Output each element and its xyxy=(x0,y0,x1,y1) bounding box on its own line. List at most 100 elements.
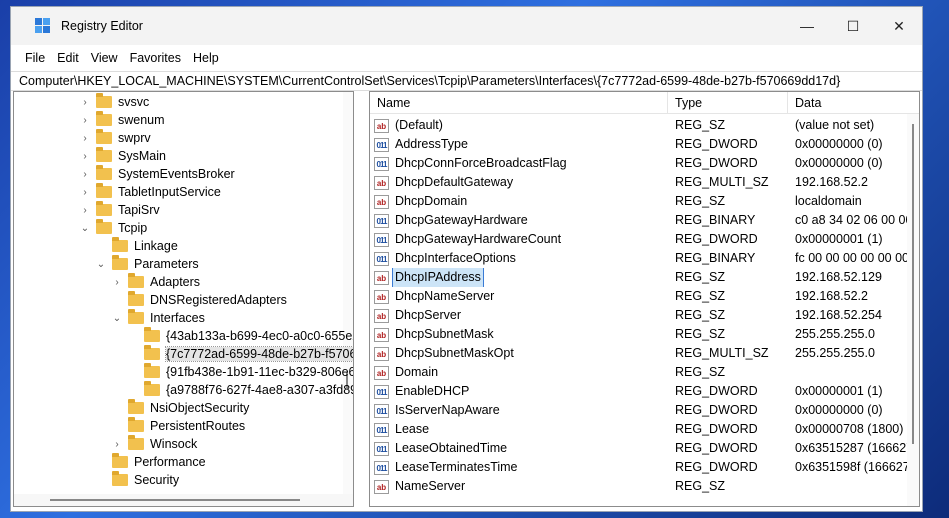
string-value-icon: ab xyxy=(374,175,389,190)
value-name: DhcpDomain xyxy=(395,194,468,208)
value-data: 192.168.52.254 xyxy=(795,308,882,322)
value-row[interactable]: ab DhcpNameServer REG_SZ 192.168.52.2 xyxy=(370,287,907,306)
value-row[interactable]: 011 IsServerNapAware REG_DWORD 0x00000000 (… xyxy=(370,401,907,420)
tree-item-label: TapiSrv xyxy=(118,203,160,217)
value-row[interactable]: 011 DhcpInterfaceOptions REG_BINARY fc 00 0… xyxy=(370,249,907,268)
value-row[interactable]: 011 EnableDHCP REG_DWORD 0x00000001 (1) xyxy=(370,382,907,401)
value-row[interactable]: ab (Default) REG_SZ (value not set) xyxy=(370,116,907,135)
tree-item[interactable]: ⌄ Parameters xyxy=(94,255,199,273)
tree-item[interactable]: {7c7772ad-6599-48de-b27b-f57066 xyxy=(126,345,353,363)
value-row[interactable]: 011 Lease REG_DWORD 0x00000708 (1800) xyxy=(370,420,907,439)
chevron-down-icon[interactable]: ⌄ xyxy=(78,223,92,234)
menu-favorites[interactable]: Favorites xyxy=(124,51,187,65)
value-data: 0x00000000 (0) xyxy=(795,137,883,151)
value-name: DhcpGatewayHardware xyxy=(395,213,528,227)
list-vertical-scrollbar[interactable] xyxy=(907,114,919,506)
binary-value-icon: 011 xyxy=(374,403,389,418)
menu-edit[interactable]: Edit xyxy=(51,51,85,65)
chevron-right-icon[interactable]: › xyxy=(78,187,92,198)
chevron-down-icon[interactable]: ⌄ xyxy=(94,259,108,270)
value-name: (Default) xyxy=(395,118,443,132)
tree-item[interactable]: {a9788f76-627f-4ae8-a307-a3fd895 xyxy=(126,381,354,399)
value-data: 0x00000000 (0) xyxy=(795,156,883,170)
tree-item-label: {a9788f76-627f-4ae8-a307-a3fd895 xyxy=(166,383,354,397)
tree-item[interactable]: › swprv xyxy=(78,129,151,147)
chevron-right-icon[interactable]: › xyxy=(110,439,124,450)
tree-item[interactable]: {43ab133a-b699-4ec0-a0c0-655e2e xyxy=(126,327,353,345)
column-type[interactable]: Type xyxy=(668,92,788,114)
tree-item[interactable]: Performance xyxy=(94,453,206,471)
value-row[interactable]: ab DhcpDomain REG_SZ localdomain xyxy=(370,192,907,211)
chevron-right-icon[interactable]: › xyxy=(78,169,92,180)
tree-item[interactable]: › Adapters xyxy=(110,273,200,291)
tree-item[interactable]: PersistentRoutes xyxy=(110,417,245,435)
value-name-cell: ab DhcpDefaultGateway xyxy=(374,173,670,192)
tree-hscroll-thumb[interactable] xyxy=(50,499,300,501)
menu-file[interactable]: File xyxy=(19,51,51,65)
value-row[interactable]: 011 DhcpGatewayHardware REG_BINARY c0 a8 34… xyxy=(370,211,907,230)
tree-item[interactable]: ⌄ Tcpip xyxy=(78,219,147,237)
chevron-right-icon[interactable]: › xyxy=(78,133,92,144)
tree-item-label: {7c7772ad-6599-48de-b27b-f57066 xyxy=(164,346,353,362)
chevron-right-icon[interactable]: › xyxy=(78,97,92,108)
tree-item[interactable]: › SystemEventsBroker xyxy=(78,165,235,183)
tree-horizontal-scrollbar[interactable] xyxy=(14,494,353,506)
registry-editor-window: Registry Editor — ☐ ✕ File Edit View Fav… xyxy=(10,6,923,512)
value-type: REG_DWORD xyxy=(675,137,758,151)
tree-item[interactable]: › TabletInputService xyxy=(78,183,221,201)
value-row[interactable]: 011 DhcpGatewayHardwareCount REG_DWORD 0x00… xyxy=(370,230,907,249)
value-type: REG_SZ xyxy=(675,479,726,493)
value-row[interactable]: ab NameServer REG_SZ xyxy=(370,477,907,496)
value-data: 0x00000000 (0) xyxy=(795,403,883,417)
value-name: DhcpSubnetMask xyxy=(395,327,494,341)
value-row[interactable]: 011 DhcpConnForceBroadcastFlag REG_DWORD 0x… xyxy=(370,154,907,173)
chevron-right-icon[interactable]: › xyxy=(78,115,92,126)
tree-vertical-scrollbar[interactable] xyxy=(343,92,353,494)
chevron-right-icon[interactable]: › xyxy=(78,205,92,216)
menu-view[interactable]: View xyxy=(85,51,124,65)
tree-item-label: TabletInputService xyxy=(118,185,221,199)
close-button[interactable]: ✕ xyxy=(876,7,922,45)
tree-item-label: Performance xyxy=(134,455,206,469)
value-row[interactable]: 011 AddressType REG_DWORD 0x00000000 (0) xyxy=(370,135,907,154)
title-bar[interactable]: Registry Editor — ☐ ✕ xyxy=(11,7,922,45)
column-data[interactable]: Data xyxy=(788,92,910,114)
column-name[interactable]: Name xyxy=(370,92,668,114)
value-row[interactable]: ab DhcpIPAddress REG_SZ 192.168.52.129 xyxy=(370,268,907,287)
string-value-icon: ab xyxy=(374,308,389,323)
value-name-cell: ab DhcpSubnetMaskOpt xyxy=(374,344,670,363)
chevron-down-icon[interactable]: ⌄ xyxy=(110,313,124,324)
tree-item[interactable]: › Winsock xyxy=(110,435,197,453)
menu-help[interactable]: Help xyxy=(187,51,225,65)
tree-item[interactable]: › SysMain xyxy=(78,147,166,165)
folder-icon xyxy=(128,399,144,414)
value-row[interactable]: 011 LeaseTerminatesTime REG_DWORD 0x6351598… xyxy=(370,458,907,477)
value-name-cell: ab (Default) xyxy=(374,116,670,135)
maximize-button[interactable]: ☐ xyxy=(830,7,876,45)
chevron-right-icon[interactable]: › xyxy=(78,151,92,162)
address-bar[interactable]: Computer\HKEY_LOCAL_MACHINE\SYSTEM\Curre… xyxy=(11,71,922,91)
tree-item[interactable]: ⌄ Interfaces xyxy=(110,309,205,327)
value-type: REG_SZ xyxy=(675,308,726,322)
tree-item[interactable]: › TapiSrv xyxy=(78,201,160,219)
value-row[interactable]: ab DhcpServer REG_SZ 192.168.52.254 xyxy=(370,306,907,325)
value-type: REG_BINARY xyxy=(675,213,756,227)
tree-item[interactable]: {91fb438e-1b91-11ec-b329-806e6f xyxy=(126,363,353,381)
value-type: REG_BINARY xyxy=(675,251,756,265)
minimize-button[interactable]: — xyxy=(784,7,830,45)
tree-item[interactable]: NsiObjectSecurity xyxy=(110,399,249,417)
value-data: 0x00000001 (1) xyxy=(795,384,883,398)
value-row[interactable]: ab DhcpDefaultGateway REG_MULTI_SZ 192.168.… xyxy=(370,173,907,192)
tree-item[interactable]: DNSRegisteredAdapters xyxy=(110,291,287,309)
value-row[interactable]: ab DhcpSubnetMaskOpt REG_MULTI_SZ 255.255.2… xyxy=(370,344,907,363)
value-row[interactable]: 011 LeaseObtainedTime REG_DWORD 0x63515287 … xyxy=(370,439,907,458)
folder-icon xyxy=(128,291,144,306)
value-row[interactable]: ab Domain REG_SZ xyxy=(370,363,907,382)
value-row[interactable]: ab DhcpSubnetMask REG_SZ 255.255.255.0 xyxy=(370,325,907,344)
tree-item[interactable]: › swenum xyxy=(78,111,165,129)
chevron-right-icon[interactable]: › xyxy=(110,277,124,288)
tree-item[interactable]: Security xyxy=(94,471,179,489)
list-vscroll-thumb[interactable] xyxy=(912,124,914,444)
tree-item[interactable]: › svsvc xyxy=(78,93,149,111)
tree-item[interactable]: Linkage xyxy=(94,237,178,255)
